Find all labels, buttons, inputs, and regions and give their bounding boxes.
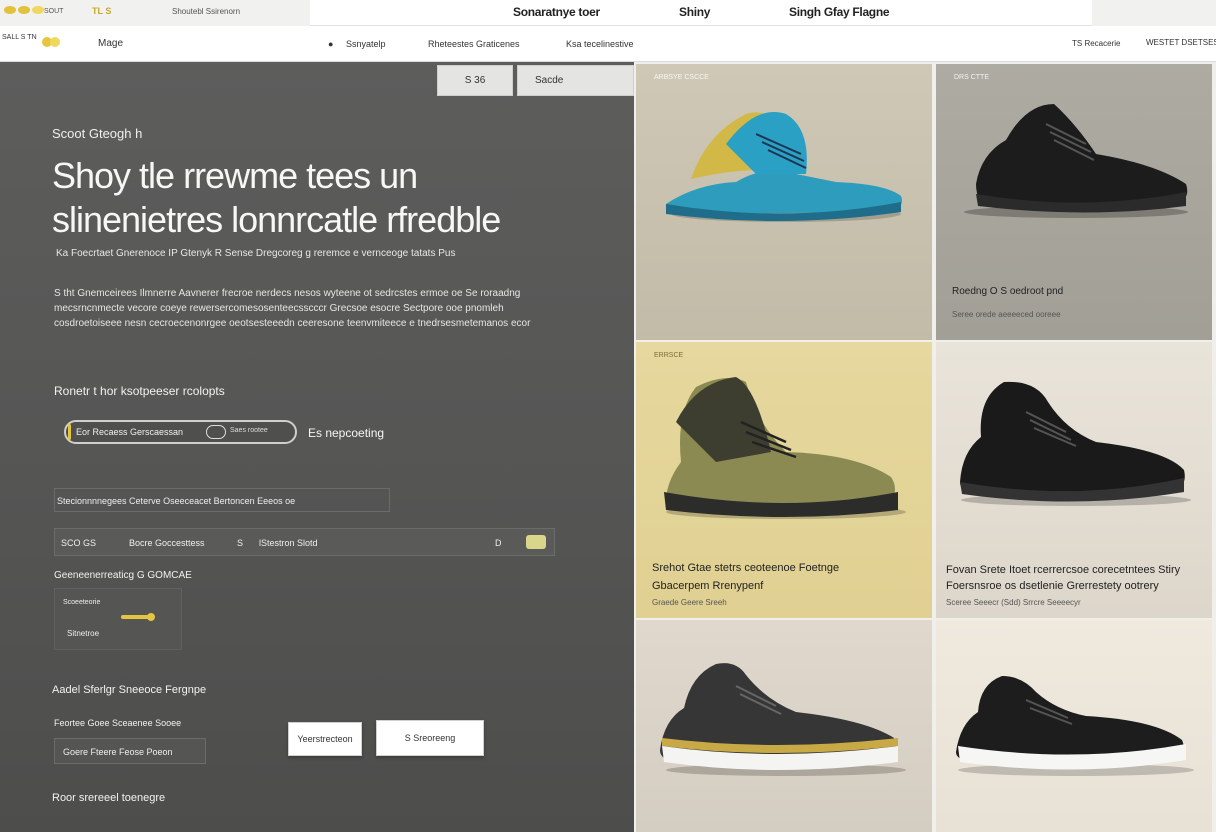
product-title[interactable]: Fovan Srete Itoet rcerrercsoe corecetnte… xyxy=(946,564,1180,576)
secondary-button[interactable]: Yeerstrecteon xyxy=(288,722,362,756)
primary-button[interactable]: S Sreoreeng xyxy=(376,720,484,756)
top-brand-label: TL S xyxy=(92,6,112,16)
product-meta: Sceree Seeecr (Sdd) Srrcre Seeeecyr xyxy=(946,598,1081,607)
mini-settings-panel: Scoeeteorie Sitnetroe xyxy=(54,588,182,650)
tab-two-label: Sacde xyxy=(535,75,564,86)
footer-text[interactable]: Roor srereeel toenegre xyxy=(52,792,165,804)
nav-right-1[interactable]: TS Recacerie xyxy=(1072,39,1120,48)
nav-item-1[interactable]: ● xyxy=(328,39,333,49)
text-input-3-value: Goere Fteere Feose Poeon xyxy=(63,747,173,757)
summary-row: Stecionnnnegees Ceterve Oseeceacet Berto… xyxy=(54,488,390,512)
nav-right-2[interactable]: WESTET DSETSEST xyxy=(1146,38,1216,47)
black-sock-shoe-icon xyxy=(960,381,1191,506)
black-white-shoe-icon xyxy=(956,676,1194,776)
eyebrow-text: Scoot Gteogh h xyxy=(52,126,143,141)
top-left-link[interactable]: Shoutebl Ssirenorn xyxy=(172,7,240,16)
product-subtitle: Foersnsroe os dsetlenie Grerrestety ootr… xyxy=(946,580,1159,592)
top-bar-right xyxy=(1092,0,1216,26)
nav-item-1-label[interactable]: Ssnyatelp xyxy=(346,39,386,49)
section-title-3: Aadel Sferlgr Sneeoce Fergnpe xyxy=(52,684,207,696)
hero-line-1: Shoy tle rrewme tees un xyxy=(52,155,418,196)
filter-1[interactable]: SCO GS xyxy=(61,538,96,548)
search-pill-hint: Saes rootee xyxy=(230,427,268,434)
logo-icon-secondary xyxy=(50,37,60,47)
teal-runner-shoe-icon xyxy=(666,112,902,222)
product-card-2[interactable]: DRS CTTE Roedng O S oedroot pnd Seree or… xyxy=(936,64,1212,340)
product-meta: Graede Geere Sreeh xyxy=(652,598,727,607)
gold-sole-shoe-icon xyxy=(660,663,906,776)
product-card-3[interactable]: ERRSCE Srehot Gtae stetrs ceoteenoe Foet… xyxy=(636,342,932,618)
product-title[interactable]: Srehot Gtae stetrs ceoteenoe Foetnge xyxy=(652,562,839,574)
nav-brand-small: SALL S TN xyxy=(2,34,37,41)
tab-one-label: S 36 xyxy=(464,75,486,86)
search-pill-value: Eor Recaess Gerscaessan xyxy=(76,427,184,437)
mini-slider-knob[interactable] xyxy=(147,613,155,621)
tab-one[interactable]: S 36 xyxy=(437,65,513,96)
toggle-icon[interactable] xyxy=(206,425,226,439)
side-link[interactable]: Es nepcoeting xyxy=(308,426,384,440)
filter-5[interactable]: D xyxy=(495,538,502,548)
search-pill-input[interactable]: Eor Recaess Gerscaessan Saes rootee xyxy=(64,420,297,444)
product-card-1[interactable]: ARBSYE CSCCE xyxy=(636,64,932,340)
black-runner-shoe-icon xyxy=(964,104,1188,218)
top-bar-left: SOUT TL S Shoutebl Ssirenorn xyxy=(0,0,310,26)
mini-label-1: Scoeeteorie xyxy=(63,599,101,606)
hero-panel: S 36 Sacde Scoot Gteogh h Shoy tle rrewm… xyxy=(0,62,634,832)
mini-label-2: Sitnetroe xyxy=(67,629,100,638)
product-subtitle: Gbacerpem Rrenypenf xyxy=(652,580,764,592)
nav-brand[interactable]: Mage xyxy=(98,38,123,49)
product-card-4[interactable]: Fovan Srete Itoet rcerrercsoe corecetnte… xyxy=(936,342,1212,618)
top-bar: SOUT TL S Shoutebl Ssirenorn Sonaratnye … xyxy=(0,0,1216,26)
filter-2[interactable]: Bocre Goccesttess xyxy=(129,538,205,548)
section-title-2: Geeneenerreaticg G GOMCAE xyxy=(54,570,192,581)
olive-boot-shoe-icon xyxy=(664,377,906,519)
filter-3[interactable]: S xyxy=(237,538,243,548)
section-title-1: Ronetr t hor ksotpeeser rcolopts xyxy=(54,384,225,398)
top-link-mid[interactable]: Shiny xyxy=(679,5,710,19)
text-input-3[interactable]: Goere Fteere Feose Poeon xyxy=(54,738,206,764)
hero-subtitle: Ka Foecrtaet Gnerenoce IP Gtenyk R Sense… xyxy=(56,248,456,259)
field-label-3: Feortee Goee Sceaenee Sooee xyxy=(54,718,182,728)
top-small-label: SOUT xyxy=(44,8,64,15)
top-link-right[interactable]: Singh Gfay Flagne xyxy=(789,5,890,19)
filter-4[interactable]: lStestron Slotd xyxy=(259,538,318,548)
nav-bar: SALL S TN Mage ● Ssnyatelp Rheteestes Gr… xyxy=(0,26,1216,62)
hero-heading: Shoy tle rrewme tees un slinenietres lon… xyxy=(52,154,622,242)
product-title[interactable]: Roedng O S oedroot pnd xyxy=(952,286,1063,297)
secondary-button-label: Yeerstrecteon xyxy=(297,734,353,744)
product-meta: Seree orede aeeeeced ooreee xyxy=(952,310,1061,319)
primary-button-label: S Sreoreeng xyxy=(404,733,456,743)
summary-text: Stecionnnnegees Ceterve Oseeceacet Berto… xyxy=(57,496,296,506)
product-grid: ARBSYE CSCCE DRS CTTE Roedng O S oedroot… xyxy=(634,62,1216,832)
filter-chip-icon[interactable] xyxy=(526,535,546,549)
hero-paragraph: S tht Gnemceirees Ilmnerre Aavnerer frec… xyxy=(54,288,531,329)
tab-two[interactable]: Sacde xyxy=(517,65,634,96)
input-accent xyxy=(68,424,71,440)
hero-line-2: slinenietres lonnrcatle rfredble xyxy=(52,199,501,240)
product-card-6[interactable] xyxy=(936,620,1212,832)
nav-item-2[interactable]: Rheteestes Graticenes xyxy=(428,39,520,49)
filter-bar[interactable]: SCO GS Bocre Goccesttess S lStestron Slo… xyxy=(54,528,555,556)
brand-dots-icon xyxy=(4,6,44,14)
top-link-center[interactable]: Sonaratnye toer xyxy=(513,5,600,19)
nav-item-3[interactable]: Ksa tecelinestive xyxy=(566,39,634,49)
product-card-5[interactable] xyxy=(636,620,932,832)
